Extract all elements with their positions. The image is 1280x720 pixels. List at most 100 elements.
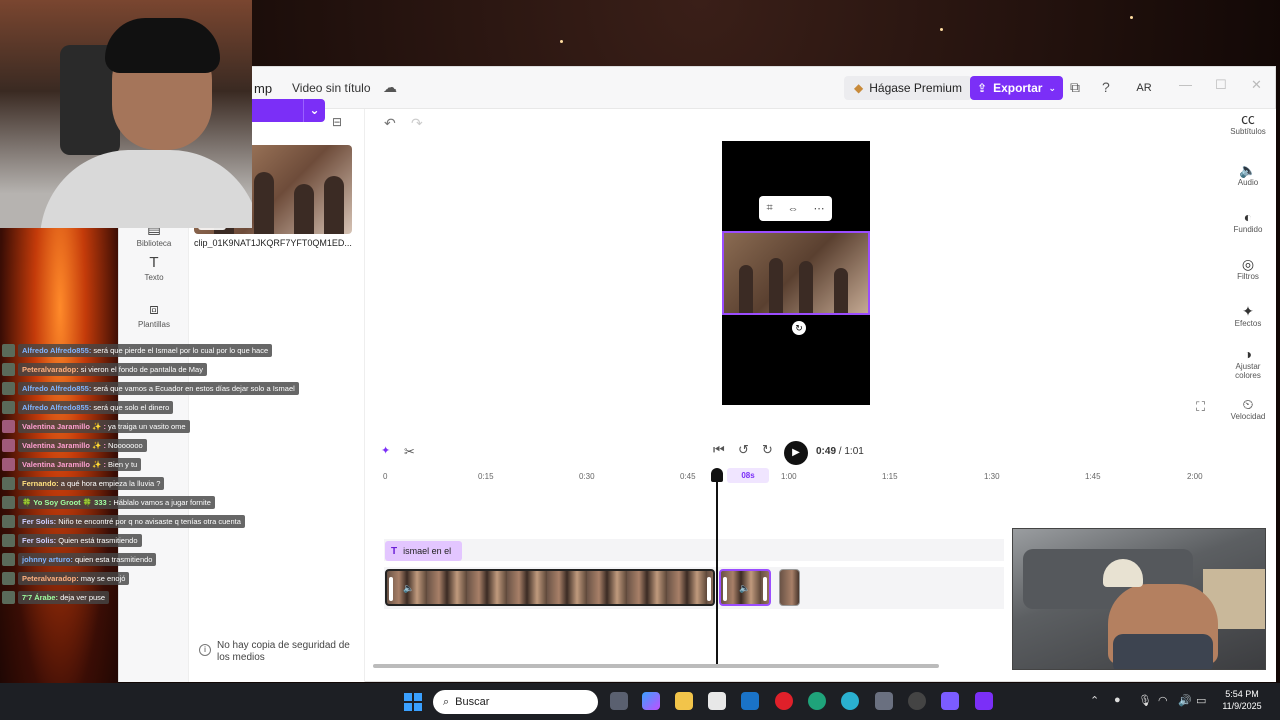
maximize-icon[interactable]: ☐ xyxy=(1215,77,1227,93)
rail-label: Velocidad xyxy=(1230,412,1266,421)
chat-avatar xyxy=(2,458,15,471)
battery-icon[interactable]: ▭ xyxy=(1196,694,1206,707)
rail-item-speed[interactable]: ⏲ Velocidad xyxy=(1220,397,1276,421)
copilot-icon[interactable] xyxy=(642,692,660,710)
playhead-line[interactable] xyxy=(716,475,718,665)
task-view-icon[interactable] xyxy=(610,692,628,710)
skip-start-icon[interactable]: ⏮ xyxy=(713,442,725,458)
clock-time: 5:54 PM xyxy=(1225,689,1259,699)
rail-item-adjust-colors[interactable]: ◑ Ajustar colores xyxy=(1220,347,1276,380)
trim-handle[interactable] xyxy=(763,577,767,601)
network-icon[interactable]: ◠ xyxy=(1158,694,1168,707)
rail-item-effects[interactable]: ✦ Efectos xyxy=(1220,304,1276,328)
rail-label: Fundido xyxy=(1233,225,1263,234)
chat-bubble: Valentina Jaramillo ✨ : Nooooooo xyxy=(18,439,147,452)
microphone-icon[interactable]: 🎙 xyxy=(1138,694,1152,707)
forward-5-icon[interactable]: ↻ xyxy=(762,442,773,458)
windows-start-icon[interactable] xyxy=(404,693,422,711)
rail-item-templates[interactable]: ⧈ Plantillas xyxy=(119,301,189,329)
rail-item-text[interactable]: T Texto xyxy=(119,254,189,282)
chat-message: Valentina Jaramillo ✨ : Bien y tu xyxy=(2,457,142,472)
file-explorer-icon[interactable] xyxy=(675,692,693,710)
redo-icon[interactable]: ↷ xyxy=(411,115,423,132)
fit-icon[interactable]: ⇔ xyxy=(788,203,799,215)
outlook-icon[interactable] xyxy=(741,692,759,710)
chevron-down-icon[interactable]: ⌄ xyxy=(303,99,325,122)
webcam-overlay xyxy=(0,0,252,228)
avatar[interactable]: AR xyxy=(1133,78,1155,98)
fire-overlay xyxy=(0,228,118,720)
rail-label: Audio xyxy=(1237,178,1259,187)
crop-icon[interactable]: ⌗ xyxy=(766,202,772,215)
rewind-5-icon[interactable]: ↺ xyxy=(738,442,749,458)
more-icon[interactable]: ⋯ xyxy=(814,202,825,215)
export-button[interactable]: ⇪ Exportar ⌄ xyxy=(970,76,1063,100)
premium-button[interactable]: ◆ Hágase Premium xyxy=(844,76,972,100)
fade-icon: ◐ xyxy=(1243,209,1253,225)
trim-handle[interactable] xyxy=(389,577,393,601)
ruler-tick: 0:45 xyxy=(680,472,696,481)
cloud-off-icon[interactable]: ☁ xyxy=(383,79,401,95)
ruler-tick: 2:00 xyxy=(1187,472,1203,481)
selected-video-clip[interactable]: 🔈 xyxy=(719,569,771,606)
video-title-field[interactable]: Video sin título xyxy=(284,76,379,100)
selected-canvas-clip[interactable] xyxy=(722,231,870,315)
ruler-tick: 1:30 xyxy=(984,472,1000,481)
collapse-panel-icon[interactable]: ⊟ xyxy=(332,115,342,129)
info-icon: i xyxy=(199,644,211,656)
system-clock[interactable]: 5:54 PM 11/9/2025 xyxy=(1212,688,1272,712)
chat-user: Valentina Jaramillo ✨ : xyxy=(22,422,106,431)
chat-message: Alfredo Alfredo855: será que solo el din… xyxy=(2,400,174,415)
chat-user: johnny arturo: xyxy=(22,555,73,564)
magic-tools-icon[interactable]: ✦ xyxy=(381,444,390,457)
chat-message: johnny arturo: quien esta trasmitiendo xyxy=(2,552,157,567)
trim-handle[interactable] xyxy=(723,577,727,601)
chevron-up-icon[interactable]: ⌃ xyxy=(1090,694,1099,707)
chat-bubble: 🍀 Yo Soy Groot 🍀 333 : Háblalo vamos a j… xyxy=(18,496,215,509)
text-clip[interactable]: T ismael en el xyxy=(385,541,462,561)
chat-bubble: Valentina Jaramillo ✨ : ya traiga un vas… xyxy=(18,420,190,433)
browser-icon[interactable] xyxy=(841,692,859,710)
chat-bubble: Fer Solis: Niño te encontré por q no avi… xyxy=(18,515,245,528)
chat-avatar xyxy=(2,496,15,509)
minimize-icon[interactable]: — xyxy=(1179,77,1192,92)
taskbar-search[interactable]: ⌕ Buscar xyxy=(433,690,598,714)
store-icon[interactable] xyxy=(708,692,726,710)
split-icon[interactable]: ✂ xyxy=(404,444,415,460)
thumb-figure xyxy=(294,184,314,234)
rail-item-fade[interactable]: ◐ Fundido xyxy=(1220,209,1276,234)
rail-item-audio[interactable]: 🔈 Audio xyxy=(1220,163,1276,187)
close-icon[interactable]: ✕ xyxy=(1251,77,1262,93)
clipchamp-icon[interactable] xyxy=(975,692,993,710)
play-button[interactable]: ▶ xyxy=(784,441,808,465)
chat-bubble: Alfredo Alfredo855: será que pierde el I… xyxy=(18,344,273,357)
chat-bubble: Fer Solis: Quien está trasmitiendo xyxy=(18,534,142,547)
undo-icon[interactable]: ↶ xyxy=(384,115,396,132)
fullscreen-icon[interactable]: ⛶ xyxy=(1196,399,1205,415)
tray-app-icon[interactable]: ● xyxy=(1114,694,1121,706)
chat-text: será que vamos a Ecuador en estos días d… xyxy=(93,384,295,393)
rail-item-captions[interactable]: ㏄ Subtítulos xyxy=(1220,112,1276,136)
volume-icon[interactable]: 🔊 xyxy=(1178,694,1192,707)
rotate-icon[interactable]: ↻ xyxy=(792,321,806,335)
canvas-toolbar: ⌗ ⇔ ⋯ xyxy=(759,196,832,221)
chat-avatar xyxy=(2,591,15,604)
ruler-tick: 1:15 xyxy=(882,472,898,481)
rail-label: Plantillas xyxy=(137,320,170,329)
help-icon[interactable]: ? xyxy=(1102,79,1110,95)
chat-user: Peteralvaradop: xyxy=(22,574,79,583)
chat-bubble: Peteralvaradop: may se enojó xyxy=(18,572,130,585)
timeline-scrollbar[interactable] xyxy=(373,664,939,668)
opera-icon[interactable] xyxy=(775,692,793,710)
discord-icon[interactable] xyxy=(941,692,959,710)
edge-icon[interactable] xyxy=(808,692,826,710)
video-clip[interactable]: 🔈 xyxy=(385,569,715,606)
video-clip[interactable] xyxy=(779,569,800,606)
settings-icon[interactable] xyxy=(875,692,893,710)
rail-item-filters[interactable]: ◎ Filtros xyxy=(1220,257,1276,281)
trim-handle[interactable] xyxy=(707,577,711,601)
share-icon[interactable]: ⧉ xyxy=(1070,79,1080,96)
ruler-tick: 1:45 xyxy=(1085,472,1101,481)
github-icon[interactable] xyxy=(908,692,926,710)
thumb-figure xyxy=(254,172,274,234)
